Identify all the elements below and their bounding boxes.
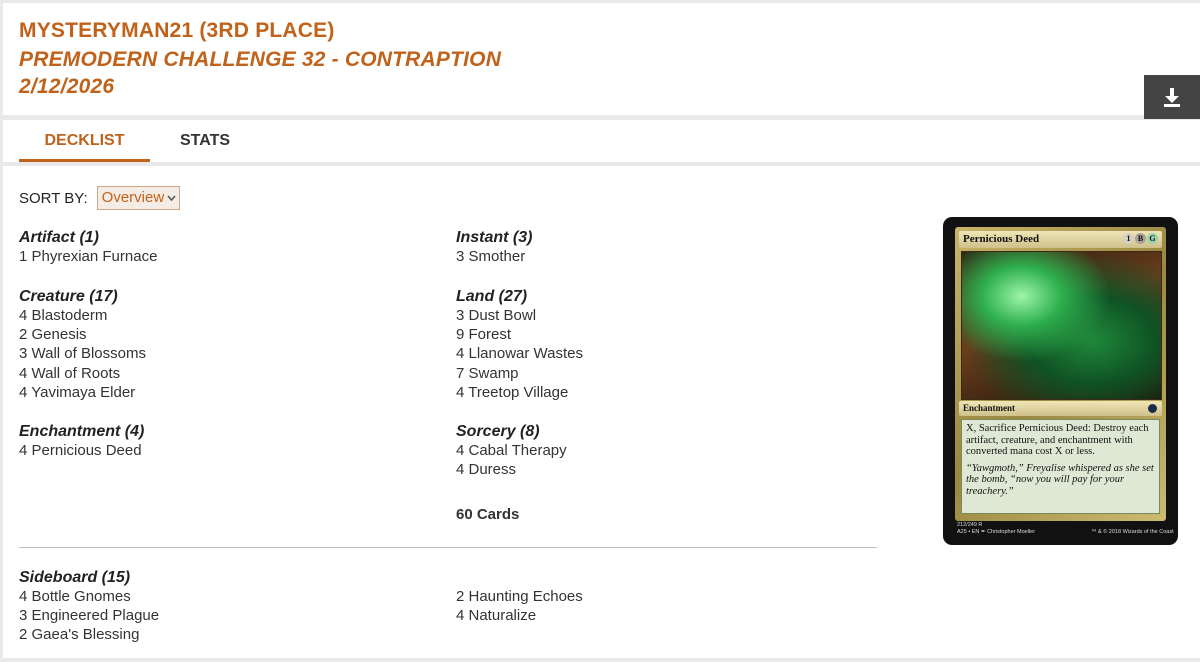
- card-entry[interactable]: 4 Blastoderm: [19, 306, 146, 325]
- card-name-text: Pernicious Deed: [963, 233, 1040, 245]
- mana-cost: 1 B G: [1123, 233, 1158, 244]
- card-entry[interactable]: 2 Genesis: [19, 325, 146, 344]
- card-type-line: Enchantment: [959, 401, 1162, 416]
- card-entry[interactable]: 4 Pernicious Deed: [19, 441, 144, 460]
- card-frame: Pernicious Deed 1 B G Enchantment X, Sac…: [955, 227, 1166, 521]
- card-copyright: ™ & © 2018 Wizards of the Coast: [1091, 529, 1174, 535]
- card-entry[interactable]: 4 Cabal Therapy: [456, 441, 567, 460]
- group-sideboard-col2: 2 Haunting Echoes 4 Naturalize: [456, 587, 583, 625]
- card-entry[interactable]: 4 Bottle Gnomes: [19, 587, 159, 606]
- card-entry[interactable]: 9 Forest: [456, 325, 583, 344]
- card-entry[interactable]: 4 Treetop Village: [456, 383, 583, 402]
- download-icon: [1164, 88, 1180, 107]
- player-name: MYSTERYMAN21 (3RD PLACE): [19, 19, 335, 42]
- card-type: Enchantment: [963, 403, 1016, 413]
- card-entry[interactable]: 3 Wall of Blossoms: [19, 344, 146, 363]
- card-preview: Pernicious Deed 1 B G Enchantment X, Sac…: [943, 217, 1178, 545]
- group-title: Instant (3): [456, 229, 533, 246]
- set-symbol-icon: [1148, 404, 1157, 413]
- card-entry[interactable]: 4 Llanowar Wastes: [456, 344, 583, 363]
- decklist-panel: SORT BY: Overview Artifact (1) 1 Phyrexi…: [3, 166, 1200, 658]
- tab-decklist[interactable]: DECKLIST: [19, 132, 150, 162]
- card-entry[interactable]: 3 Smother: [456, 247, 532, 266]
- group-title: Sorcery (8): [456, 423, 540, 440]
- sort-select[interactable]: Overview: [96, 186, 181, 210]
- card-total: 60 Cards: [456, 506, 520, 523]
- group-artifact: Artifact (1) 1 Phyrexian Furnace: [19, 228, 157, 266]
- card-entry[interactable]: 2 Haunting Echoes: [456, 587, 583, 606]
- divider: [19, 547, 877, 548]
- group-land: Land (27) 3 Dust Bowl 9 Forest 4 Llanowa…: [456, 287, 583, 402]
- card-entry[interactable]: 4 Duress: [456, 460, 567, 479]
- card-entry[interactable]: 3 Dust Bowl: [456, 306, 583, 325]
- group-creature: Creature (17) 4 Blastoderm 2 Genesis 3 W…: [19, 287, 146, 402]
- sort-label: SORT BY:: [19, 189, 88, 207]
- card-entry[interactable]: 3 Engineered Plague: [19, 606, 159, 625]
- event-name: PREMODERN CHALLENGE 32 - CONTRAPTION: [19, 48, 502, 71]
- card-entry[interactable]: 7 Swamp: [456, 364, 583, 383]
- mana-symbol-generic: 1: [1123, 233, 1134, 244]
- card-entry[interactable]: 4 Yavimaya Elder: [19, 383, 146, 402]
- card-entry[interactable]: 2 Gaea's Blessing: [19, 625, 159, 644]
- card-collector-number: 212/249 R: [957, 522, 983, 528]
- group-title: Artifact (1): [19, 229, 100, 246]
- download-button[interactable]: [1144, 75, 1200, 119]
- card-footer: 212/249 R A25 • EN ✒ Christopher Moeller: [957, 522, 1035, 536]
- group-title: Enchantment (4): [19, 423, 145, 440]
- card-art: [961, 251, 1162, 400]
- card-entry[interactable]: 4 Naturalize: [456, 606, 583, 625]
- event-date: 2/12/2026: [19, 75, 115, 98]
- group-enchantment: Enchantment (4) 4 Pernicious Deed: [19, 422, 144, 460]
- tab-stats[interactable]: STATS: [180, 132, 230, 150]
- card-name: Pernicious Deed 1 B G: [959, 231, 1162, 248]
- deck-header: MYSTERYMAN21 (3RD PLACE) PREMODERN CHALL…: [3, 3, 1200, 119]
- tab-bar: DECKLIST STATS: [3, 120, 1200, 162]
- group-sideboard: Sideboard (15) 4 Bottle Gnomes 3 Enginee…: [19, 568, 159, 645]
- mana-symbol-green: G: [1147, 233, 1158, 244]
- card-artist: A25 • EN ✒ Christopher Moeller: [957, 529, 1036, 535]
- group-title: Sideboard (15): [19, 569, 131, 586]
- card-textbox: X, Sacrifice Pernicious Deed: Destroy ea…: [961, 419, 1160, 514]
- group-sorcery: Sorcery (8) 4 Cabal Therapy 4 Duress: [456, 422, 567, 479]
- card-flavor-text: “Yawgmoth,” Freyalise whispered as she s…: [966, 462, 1154, 497]
- card-entry[interactable]: 4 Wall of Roots: [19, 364, 146, 383]
- card-rules-text: X, Sacrifice Pernicious Deed: Destroy ea…: [966, 423, 1149, 457]
- sort-select-value: Overview: [101, 189, 165, 206]
- group-title: Land (27): [456, 288, 528, 305]
- card-entry[interactable]: 1 Phyrexian Furnace: [19, 247, 157, 266]
- group-title: Creature (17): [19, 288, 118, 305]
- group-instant: Instant (3) 3 Smother: [456, 228, 532, 266]
- chevron-down-icon: [167, 195, 176, 201]
- sort-row: SORT BY: Overview: [19, 186, 181, 210]
- mana-symbol-black: B: [1135, 233, 1146, 244]
